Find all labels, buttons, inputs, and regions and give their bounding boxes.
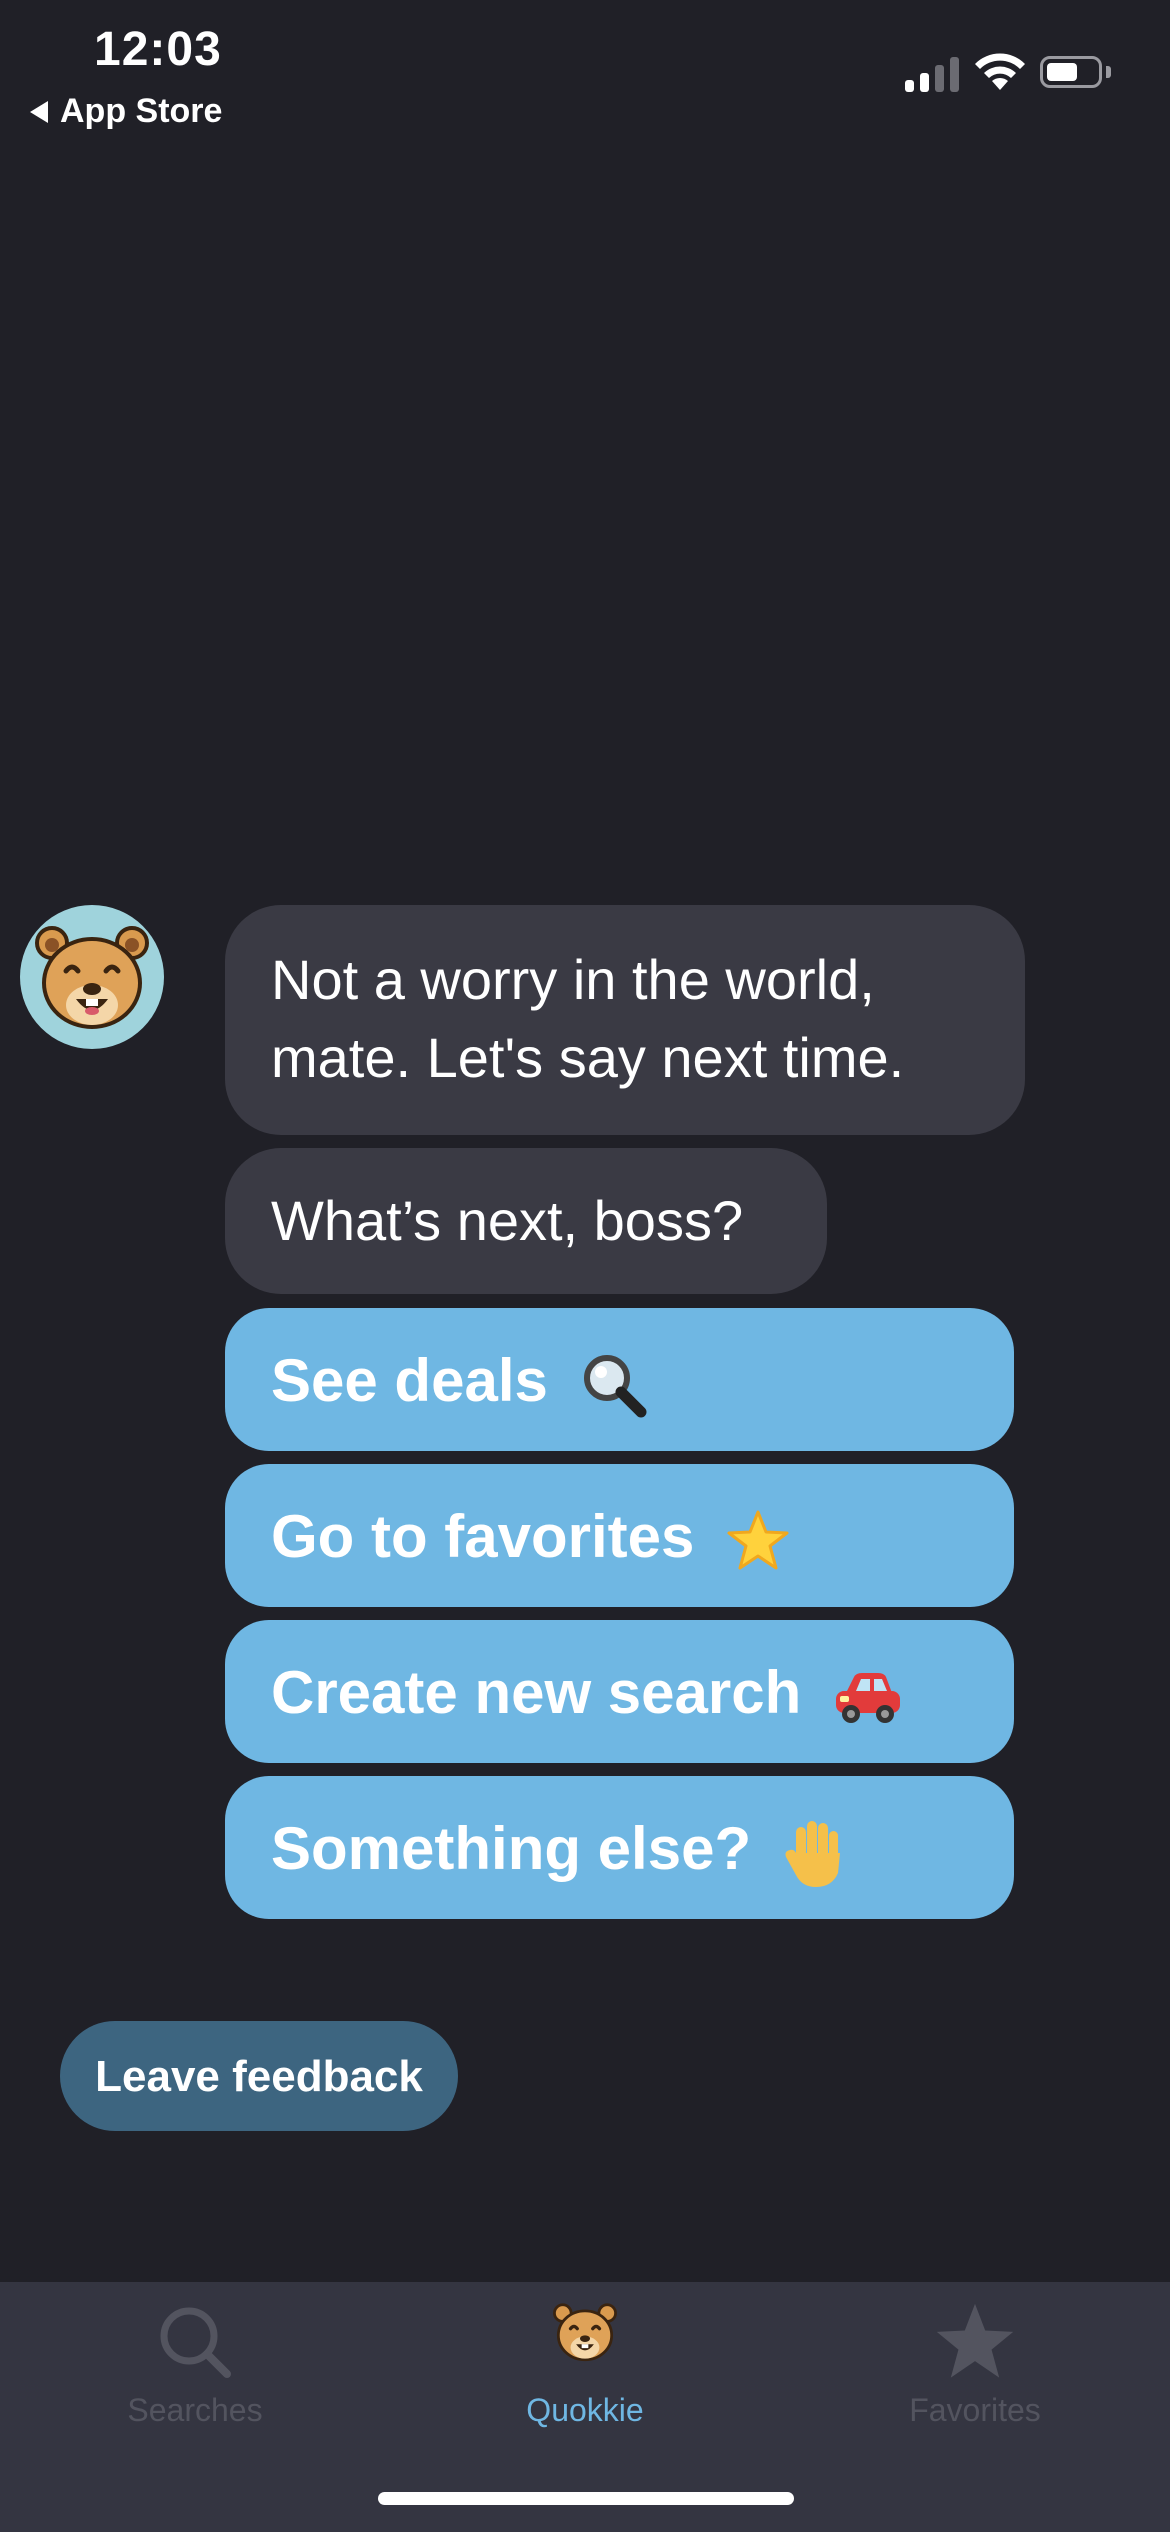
red-car-icon	[835, 1673, 900, 1724]
option-label: Create new search	[271, 1659, 802, 1726]
option-label: Go to favorites	[271, 1503, 695, 1570]
tab-label: Quokkie	[526, 2392, 644, 2428]
see-deals-button[interactable]: See deals	[225, 1308, 1014, 1451]
tab-label: Favorites	[909, 2392, 1041, 2428]
tab-quokkie[interactable]: Quokkie	[390, 2282, 780, 2482]
leave-feedback-button[interactable]: Leave feedback	[60, 2021, 458, 2131]
wifi-icon	[975, 53, 1025, 90]
back-label: App Store	[60, 92, 223, 130]
cellular-signal-icon	[905, 54, 959, 92]
back-to-app-store[interactable]: App Store	[30, 92, 222, 131]
search-icon	[160, 2307, 231, 2378]
battery-nub	[1106, 66, 1111, 78]
back-arrow-icon	[30, 100, 48, 123]
star-icon	[936, 2303, 1014, 2378]
chat-bubble-quokkie: Not a worry in the world, mate. Let's sa…	[225, 905, 1025, 1135]
something-else-button[interactable]: Something else?	[225, 1776, 1014, 1919]
message-line: What’s next, boss?	[271, 1189, 744, 1252]
battery-icon	[1040, 56, 1102, 88]
quokka-face-icon	[35, 926, 149, 1029]
star-icon	[727, 1510, 789, 1570]
message-line: mate. Let's say next time.	[271, 1026, 905, 1089]
quokka-face-icon	[553, 2303, 617, 2362]
go-to-favorites-button[interactable]: Go to favorites	[225, 1464, 1014, 1607]
option-label: Something else?	[271, 1815, 752, 1882]
create-new-search-button[interactable]: Create new search	[225, 1620, 1014, 1763]
option-label: See deals	[271, 1347, 548, 1414]
quokka-avatar	[20, 905, 164, 1049]
tab-searches[interactable]: Searches	[0, 2282, 390, 2482]
magnifying-glass-icon	[583, 1355, 647, 1418]
tab-favorites[interactable]: Favorites	[780, 2282, 1170, 2482]
home-indicator[interactable]	[378, 2492, 794, 2505]
message-line: Not a worry in the world,	[271, 948, 875, 1011]
raised-hand-icon	[785, 1821, 840, 1888]
tab-label: Searches	[127, 2392, 263, 2428]
status-time: 12:03	[94, 23, 222, 76]
chat-bubble-quokkie: What’s next, boss?	[225, 1148, 827, 1294]
